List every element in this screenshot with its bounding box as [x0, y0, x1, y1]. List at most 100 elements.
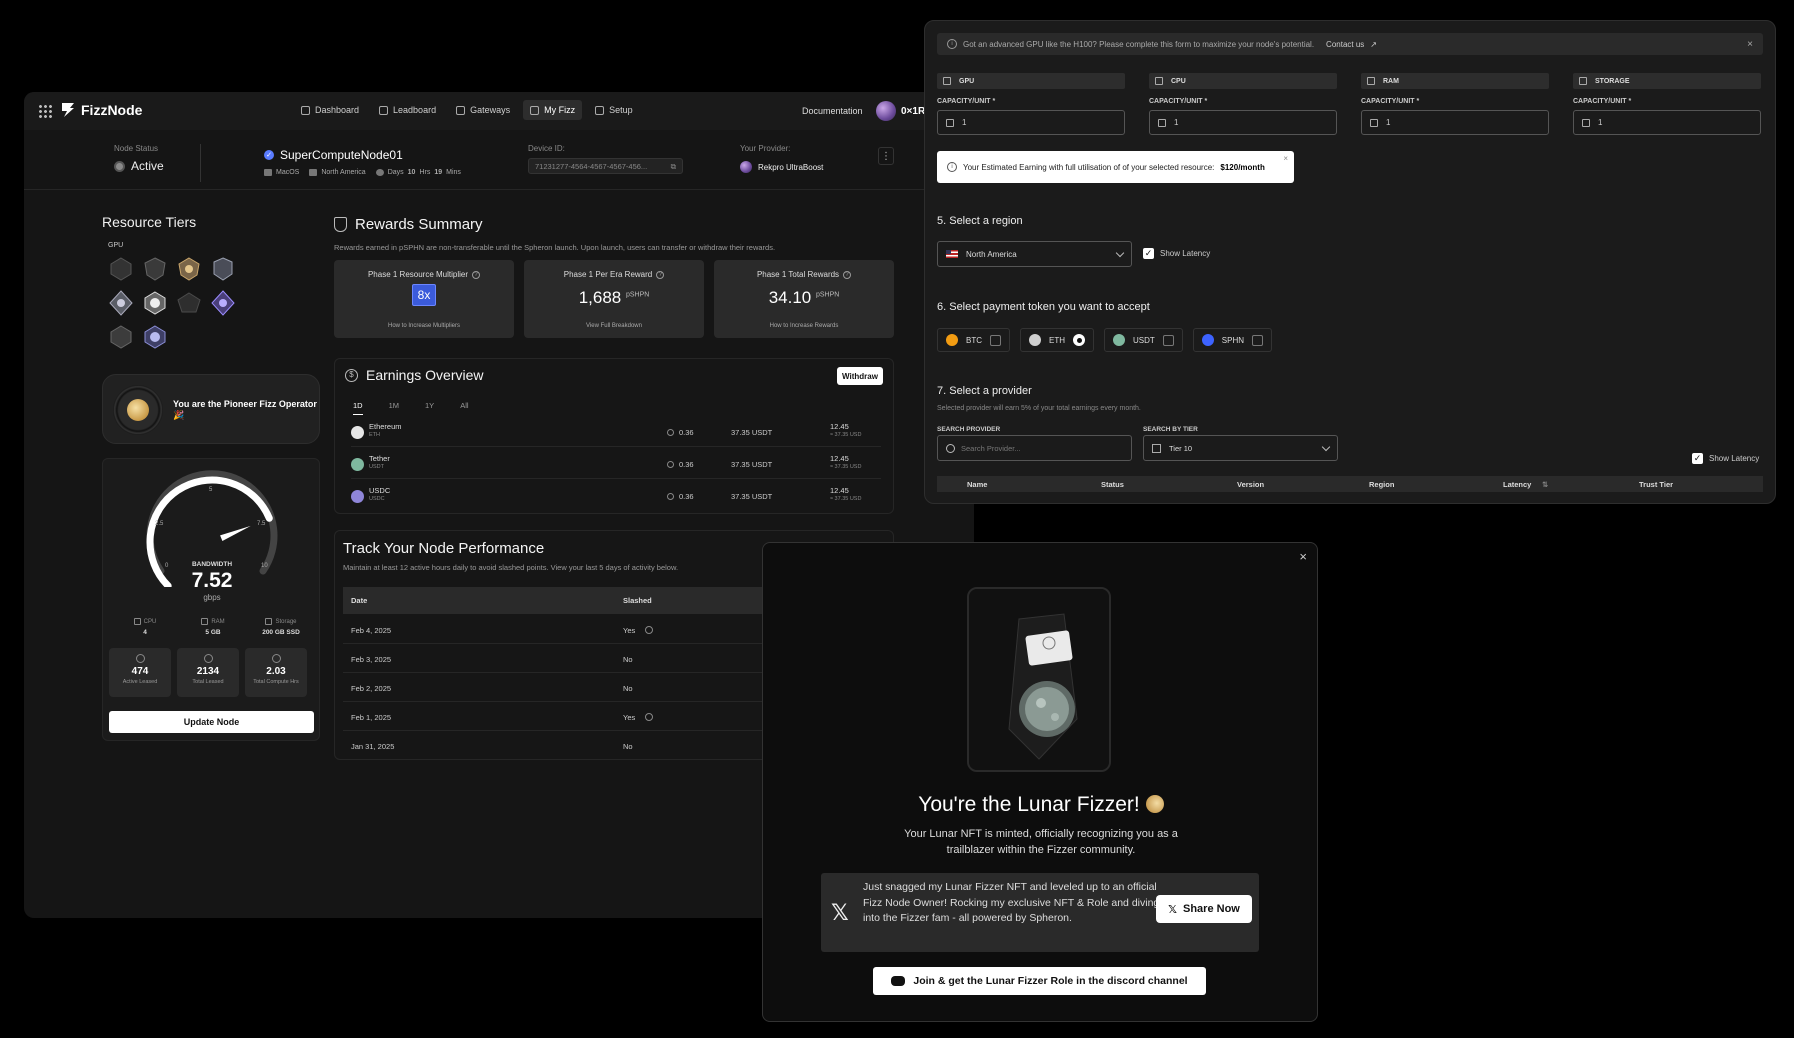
help-icon[interactable]: ? [656, 270, 665, 279]
slashed-cell: No [623, 742, 633, 751]
earnings-row[interactable]: USDC USDC 0.36 37.35 USDT 12.45 ≈ 37.35 … [351, 483, 881, 511]
provider-name[interactable]: Rekpro UltraBoost [758, 163, 823, 172]
close-icon[interactable]: × [1299, 549, 1307, 564]
copy-icon[interactable]: ⧉ [671, 162, 676, 171]
resource-value: 200 GB SSD [262, 629, 300, 636]
storage-capacity-input[interactable]: 1 [1573, 110, 1761, 135]
radio-selected[interactable] [1073, 334, 1085, 346]
divider [200, 144, 201, 182]
cpu-capacity-input[interactable]: 1 [1149, 110, 1337, 135]
withdraw-button[interactable]: Withdraw [837, 367, 883, 385]
nav-gateways[interactable]: Gateways [449, 100, 517, 120]
gpu-icon [946, 118, 954, 127]
tab-1m[interactable]: 1M [389, 401, 399, 415]
reward-card-link[interactable]: How to Increase Multipliers [334, 323, 514, 329]
device-id-field[interactable]: 71231277-4564-4567-4567-456... ⧉ [528, 158, 683, 174]
info-icon[interactable] [645, 713, 653, 721]
verified-icon: ✓ [264, 150, 274, 160]
badge-grid [108, 256, 244, 350]
tier-badge-icon[interactable] [210, 290, 236, 316]
help-icon[interactable]: ? [472, 270, 481, 279]
earnings-title: Earnings Overview [366, 367, 484, 383]
documentation-link[interactable]: Documentation [802, 106, 863, 116]
apps-grid-icon[interactable] [38, 104, 52, 118]
share-now-button[interactable]: 𝕏 Share Now [1156, 895, 1252, 923]
resource-name: Storage [275, 618, 297, 625]
column-header[interactable]: Status [1101, 480, 1124, 489]
reward-card-link[interactable]: View Full Breakdown [524, 323, 704, 329]
search-provider-input[interactable]: Search Provider... [937, 435, 1132, 461]
checkbox[interactable] [990, 334, 1001, 346]
coin-symbol: ETH [369, 432, 380, 438]
chevron-down-icon [1321, 442, 1331, 452]
fizz-logo-icon [62, 103, 74, 117]
slashed-cell: No [623, 655, 633, 664]
nav-label: Setup [609, 105, 633, 115]
tab-1y[interactable]: 1Y [425, 401, 434, 415]
tier-badge-icon[interactable] [108, 290, 134, 316]
region-value: North America [966, 249, 1017, 259]
column-header[interactable]: Region [1369, 480, 1394, 489]
tab-1d[interactable]: 1D [353, 401, 363, 415]
tier-select[interactable]: Tier 10 [1143, 435, 1338, 461]
more-options-icon[interactable]: ⋮ [878, 147, 894, 165]
search-placeholder: Search Provider... [961, 443, 1021, 453]
timer-icon [271, 654, 281, 663]
search-icon [946, 443, 955, 453]
ram-capacity-input[interactable]: 1 [1361, 110, 1549, 135]
show-latency-label: Show Latency [1160, 249, 1211, 258]
tier-badge-icon[interactable] [142, 290, 168, 316]
nav-setup[interactable]: Setup [588, 100, 640, 120]
token-sphn[interactable]: SPHN [1192, 328, 1273, 352]
stat-total-leased: 2134 Total Leased [177, 648, 239, 697]
checkbox-checked-icon[interactable]: ✓ [1143, 248, 1154, 259]
performance-subtitle: Maintain at least 12 active hours daily … [343, 563, 679, 572]
earnings-row[interactable]: Tether USDT 0.36 37.35 USDT 12.45 ≈ 37.3… [351, 451, 881, 479]
coin-amount: 0.36 [679, 492, 694, 501]
update-node-button[interactable]: Update Node [109, 711, 314, 733]
checkbox-checked-icon[interactable]: ✓ [1692, 453, 1703, 464]
column-header[interactable]: Version [1237, 480, 1264, 489]
show-latency-toggle[interactable]: ✓ Show Latency [1143, 248, 1210, 259]
tier-badge-icon[interactable] [108, 324, 134, 350]
info-icon: i [947, 162, 957, 172]
close-icon[interactable]: × [1283, 154, 1288, 163]
tier-badge-icon[interactable] [142, 324, 168, 350]
tier-badge-icon[interactable] [210, 256, 236, 282]
tab-all[interactable]: All [460, 401, 468, 415]
help-icon[interactable]: ? [843, 270, 852, 279]
show-latency-toggle[interactable]: ✓ Show Latency [1692, 453, 1759, 464]
earnings-row[interactable]: Ethereum ETH 0.36 37.35 USDT 12.45 ≈ 37.… [351, 419, 881, 447]
info-icon[interactable] [645, 626, 653, 634]
column-header[interactable]: Name [967, 480, 987, 489]
performance-title: Track Your Node Performance [343, 540, 545, 557]
gpu-capacity-input[interactable]: 1 [937, 110, 1125, 135]
discord-join-button[interactable]: Join & get the Lunar Fizzer Role in the … [873, 967, 1206, 995]
close-icon[interactable]: × [1747, 39, 1753, 50]
sort-icon[interactable]: ⇅ [1542, 480, 1548, 489]
gauge-tick: 7.5 [257, 521, 266, 527]
token-btc[interactable]: BTC [937, 328, 1010, 352]
token-eth[interactable]: ETH [1020, 328, 1094, 352]
checkbox[interactable] [1252, 334, 1264, 346]
tier-badge-icon[interactable] [176, 290, 202, 316]
tier-badge-icon[interactable] [142, 256, 168, 282]
region-title: 5. Select a region [937, 215, 1023, 227]
app-logo[interactable]: FizzNode [59, 101, 142, 119]
cpu-icon [133, 618, 141, 625]
checkbox[interactable] [1162, 334, 1174, 346]
reward-card-link[interactable]: How to Increase Rewards [714, 323, 894, 329]
cpu-capacity: CPU CAPACITY/UNIT * 1 [1149, 73, 1337, 135]
key-icon [135, 654, 145, 663]
contact-link[interactable]: Contact us [1326, 40, 1364, 49]
nav-dashboard[interactable]: Dashboard [294, 100, 366, 120]
external-link-icon[interactable]: ↗ [1370, 40, 1377, 49]
tier-badge-icon[interactable] [176, 256, 202, 282]
nav-my-fizz[interactable]: My Fizz [523, 100, 583, 120]
column-header[interactable]: Trust Tier [1639, 480, 1673, 489]
tier-badge-icon[interactable] [108, 256, 134, 282]
region-select[interactable]: North America [937, 241, 1132, 267]
nav-leadboard[interactable]: Leadboard [372, 100, 443, 120]
token-usdt[interactable]: USDT [1104, 328, 1183, 352]
column-header[interactable]: Latency [1503, 480, 1531, 489]
